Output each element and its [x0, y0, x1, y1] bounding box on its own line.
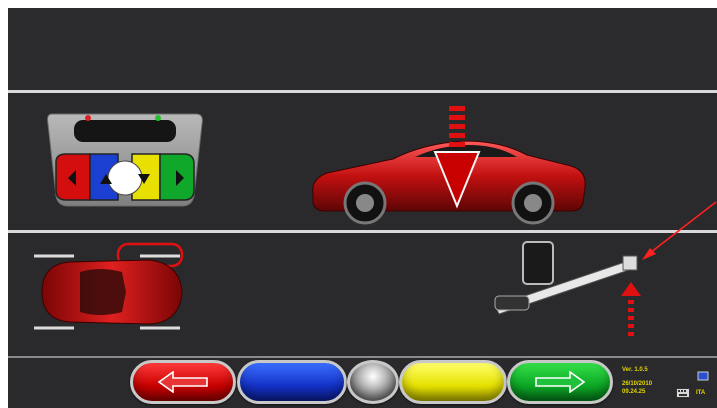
keyboard-icon[interactable] — [676, 388, 690, 398]
next-button[interactable] — [507, 360, 613, 404]
car-top-view-icon — [34, 242, 184, 330]
version-label: Ver. 1.0.5 — [622, 367, 648, 373]
up-arrow-icon — [621, 282, 641, 336]
time-label: 09.24.25 — [622, 389, 646, 395]
divider-bottom — [8, 356, 717, 358]
date-label: 26/10/2010 — [622, 381, 653, 387]
back-button[interactable] — [130, 360, 236, 404]
down-arrow-icon — [433, 106, 481, 209]
top-band — [8, 8, 717, 92]
yellow-button[interactable] — [399, 360, 507, 404]
center-button[interactable] — [347, 360, 399, 404]
divider-top — [8, 90, 717, 93]
pointer-arrow-icon — [642, 201, 717, 260]
arrow-right-icon — [535, 371, 586, 393]
arrow-left-icon — [157, 371, 208, 393]
status-info: Ver. 1.0.5 26/10/2010 09.24.25 — [622, 366, 682, 396]
language-icon[interactable] — [697, 370, 709, 382]
language-label[interactable]: ITA — [696, 390, 705, 396]
remote-control-icon — [47, 113, 203, 207]
blue-button[interactable] — [237, 360, 347, 404]
